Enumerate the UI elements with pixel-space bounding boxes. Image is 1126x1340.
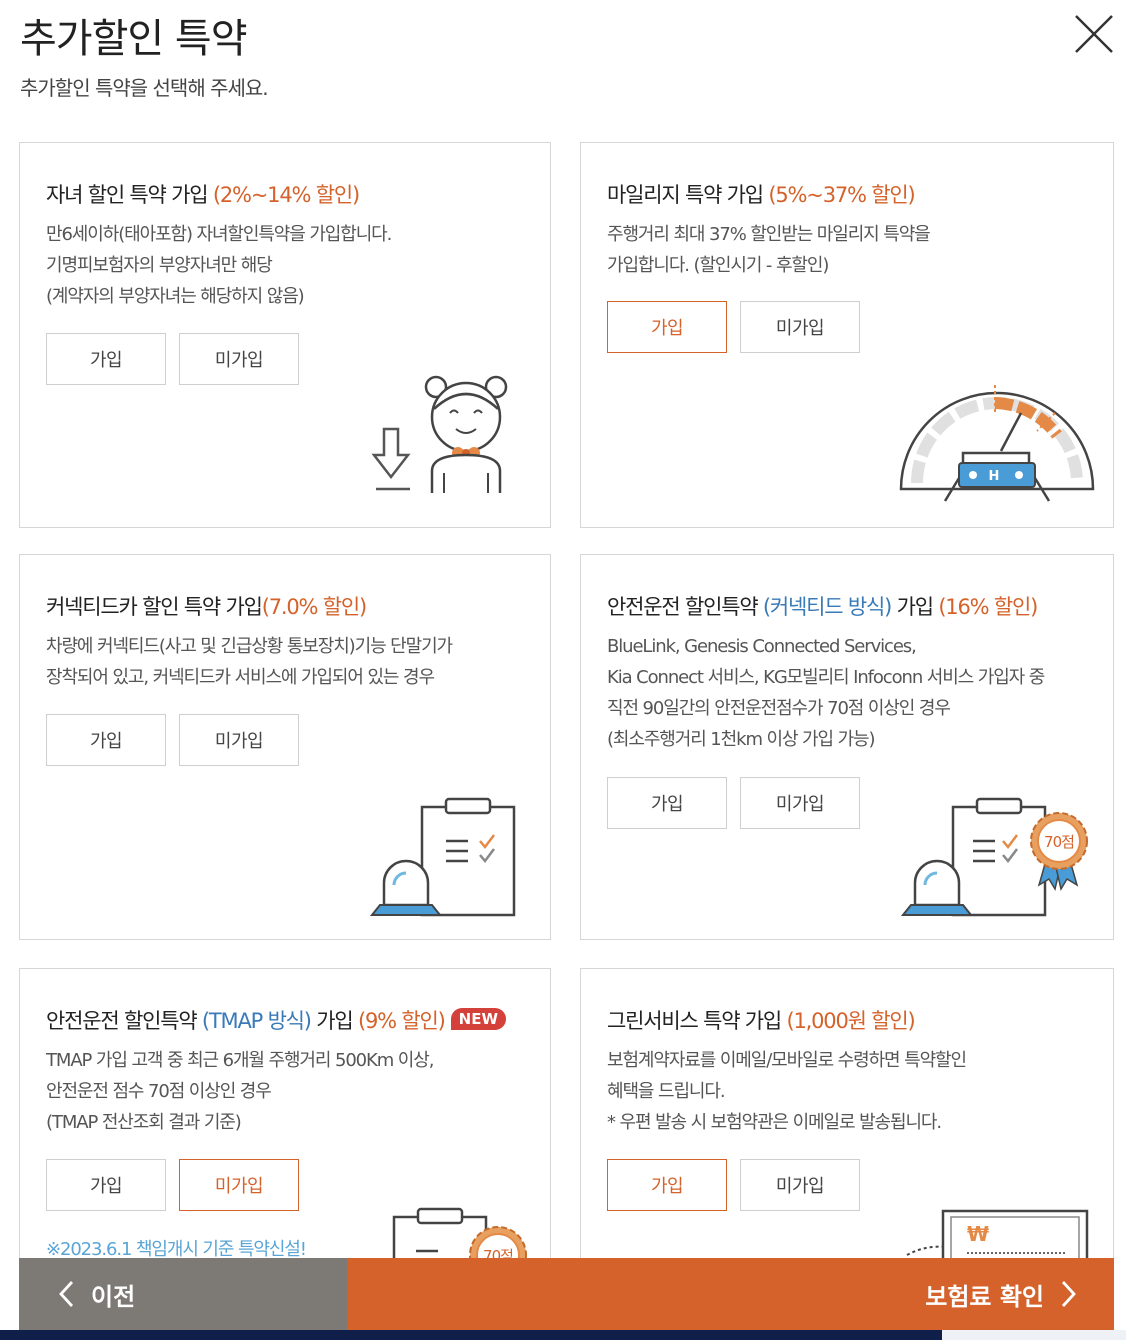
- no-join-button[interactable]: 미가입: [179, 333, 299, 385]
- desc-line: 주행거리 최대 37% 할인받는 마일리지 특약을: [607, 224, 931, 245]
- card-description: TMAP 가입 고객 중 최근 6개월 주행거리 500Km 이상, 안전운전 …: [46, 1045, 434, 1138]
- chevron-right-icon: [1061, 1281, 1076, 1307]
- prev-label: 이전: [91, 1282, 136, 1311]
- card-title: 커넥티드카 할인 특약 가입(7.0% 할인): [46, 595, 367, 619]
- desc-line: 가입합니다. (할인시기 - 후할인): [607, 255, 829, 276]
- join-button[interactable]: 가입: [46, 714, 166, 766]
- card-title: 마일리지 특약 가입 (5%~37% 할인): [607, 183, 916, 207]
- join-button[interactable]: 가입: [46, 1159, 166, 1211]
- no-join-button[interactable]: 미가입: [740, 301, 860, 353]
- desc-line: 혜택을 드립니다.: [607, 1081, 726, 1102]
- desc-line: TMAP 가입 고객 중 최근 6개월 주행거리 500Km 이상,: [46, 1050, 434, 1071]
- odometer-car-icon: H: [899, 385, 1095, 502]
- won-symbol: ₩: [967, 1222, 989, 1246]
- card-mileage-discount: 마일리지 특약 가입 (5%~37% 할인) 주행거리 최대 37% 할인받는 …: [580, 142, 1114, 528]
- desc-line: 안전운전 점수 70점 이상인 경우: [46, 1081, 272, 1102]
- desc-line: 만6세이하(태아포함) 자녀할인특약을 가입합니다.: [46, 224, 392, 245]
- card-title: 안전운전 할인특약 (TMAP 방식) 가입 (9% 할인) NEW: [46, 1005, 506, 1035]
- chevron-left-icon: [59, 1281, 74, 1307]
- page-subtitle: 추가할인 특약을 선택해 주세요.: [20, 76, 269, 100]
- join-button[interactable]: 가입: [607, 301, 727, 353]
- desc-line: 기명피보험자의 부양자녀만 해당: [46, 255, 273, 276]
- next-button[interactable]: 보험료 확인: [347, 1258, 1114, 1330]
- no-join-button[interactable]: 미가입: [740, 777, 860, 829]
- card-description: BlueLink, Genesis Connected Services, Ki…: [607, 631, 1045, 755]
- no-join-button[interactable]: 미가입: [740, 1159, 860, 1211]
- bottom-navigation: 이전 보험료 확인: [19, 1258, 1114, 1330]
- card-scroll-area[interactable]: 자녀 할인 특약 가입 (2%~14% 할인) 만6세이하(태아포함) 자녀할인…: [0, 120, 1126, 1258]
- desc-line: 직전 90일간의 안전운전점수가 70점 이상인 경우: [607, 698, 951, 719]
- join-button[interactable]: 가입: [46, 333, 166, 385]
- join-button[interactable]: 가입: [607, 1159, 727, 1211]
- desc-line: (TMAP 전산조회 결과 기준): [46, 1112, 242, 1133]
- next-label: 보험료 확인: [925, 1282, 1044, 1311]
- no-join-button[interactable]: 미가입: [179, 1159, 299, 1211]
- desc-line: 장착되어 있고, 커넥티드카 서비스에 가입되어 있는 경우: [46, 667, 435, 688]
- score-badge-text: 70점: [1044, 833, 1074, 851]
- join-button[interactable]: 가입: [607, 777, 727, 829]
- desc-line: (최소주행거리 1천km 이상 가입 가능): [607, 729, 876, 750]
- card-description: 주행거리 최대 37% 할인받는 마일리지 특약을 가입합니다. (할인시기 -…: [607, 219, 931, 281]
- taskbar-tray: [942, 1330, 1126, 1340]
- desc-line: 차량에 커넥티드(사고 및 긴급상황 통보장치)기능 단말기가: [46, 636, 453, 657]
- card-green-service: 그린서비스 특약 가입 (1,000원 할인) 보험계약자료를 이메일/모바일로…: [580, 968, 1114, 1258]
- card-description: 차량에 커넥티드(사고 및 긴급상황 통보장치)기능 단말기가 장착되어 있고,…: [46, 631, 453, 693]
- prev-button[interactable]: 이전: [19, 1258, 347, 1330]
- card-title: 자녀 할인 특약 가입 (2%~14% 할인): [46, 183, 360, 207]
- close-icon: [1075, 15, 1113, 53]
- score-badge-text: 70점: [483, 1247, 513, 1258]
- card-description: 만6세이하(태아포함) 자녀할인특약을 가입합니다. 기명피보험자의 부양자녀만…: [46, 219, 392, 312]
- card-title: 그린서비스 특약 가입 (1,000원 할인): [607, 1009, 916, 1033]
- close-button[interactable]: [1070, 10, 1118, 58]
- no-join-button[interactable]: 미가입: [179, 714, 299, 766]
- desc-line: BlueLink, Genesis Connected Services,: [607, 636, 917, 657]
- page-title: 추가할인 특약: [20, 16, 248, 62]
- card-safe-driving-tmap: 안전운전 할인특약 (TMAP 방식) 가입 (9% 할인) NEW TMAP 가…: [19, 968, 551, 1258]
- svg-text:H: H: [989, 469, 1000, 484]
- clipboard-score-badge-icon: 70점: [901, 797, 1088, 917]
- notice-text: ※2023.6.1 책임개시 기준 특약신설!: [46, 1239, 307, 1258]
- card-description: 보험계약자료를 이메일/모바일로 수령하면 특약할인 혜택을 드립니다. * 우…: [607, 1045, 967, 1138]
- clipboard-score-badge-icon: 70점: [392, 1207, 527, 1258]
- card-title: 안전운전 할인특약 (커넥티드 방식) 가입 (16% 할인): [607, 595, 1038, 619]
- desc-line: (계약자의 부양자녀는 해당하지 않음): [46, 286, 305, 307]
- desc-line: 보험계약자료를 이메일/모바일로 수령하면 특약할인: [607, 1050, 967, 1071]
- card-child-discount: 자녀 할인 특약 가입 (2%~14% 할인) 만6세이하(태아포함) 자녀할인…: [19, 142, 551, 528]
- desc-line: * 우편 발송 시 보험약관은 이메일로 발송됩니다.: [607, 1112, 942, 1133]
- card-connected-car-discount: 커넥티드카 할인 특약 가입(7.0% 할인) 차량에 커넥티드(사고 및 긴급…: [19, 554, 551, 940]
- child-icon: [371, 375, 508, 493]
- new-badge: NEW: [450, 1008, 506, 1030]
- clipboard-siren-icon: [370, 797, 516, 917]
- won-document-icon: ₩: [906, 1209, 1089, 1258]
- desc-line: Kia Connect 서비스, KG모빌리티 Infoconn 서비스 가입자…: [607, 667, 1045, 688]
- card-safe-driving-connected: 안전운전 할인특약 (커넥티드 방식) 가입 (16% 할인) BlueLink…: [580, 554, 1114, 940]
